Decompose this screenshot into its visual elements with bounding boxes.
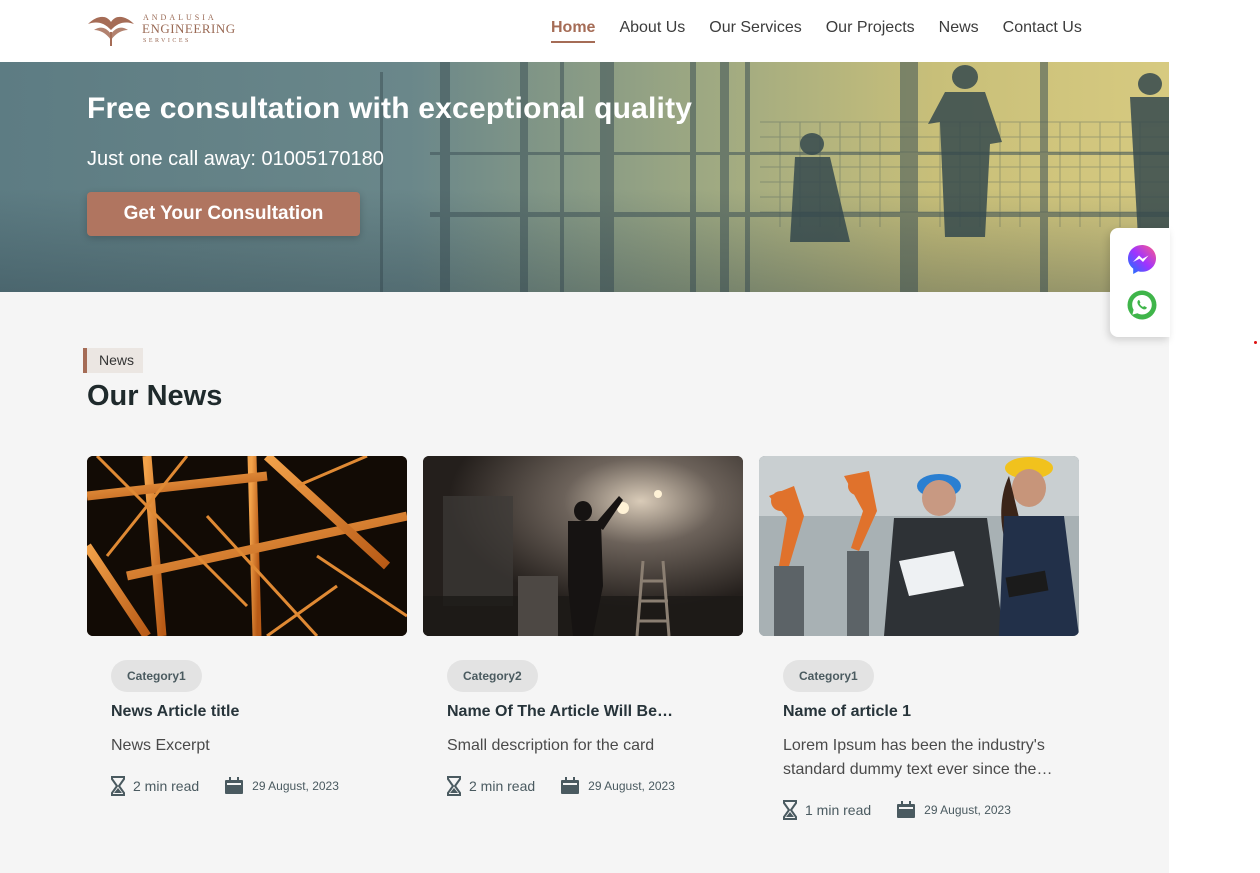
publish-date: 29 August, 2023: [252, 779, 339, 793]
nav-contact-us[interactable]: Contact Us: [1003, 18, 1082, 44]
nav-home[interactable]: Home: [551, 18, 596, 44]
calendar-icon: [225, 777, 244, 794]
nav-news[interactable]: News: [939, 18, 979, 44]
category-badge[interactable]: Category2: [447, 660, 538, 692]
stray-dot: [1254, 341, 1257, 344]
category-badge[interactable]: Category1: [783, 660, 874, 692]
publish-date: 29 August, 2023: [924, 803, 1011, 817]
news-excerpt: Lorem Ipsum has been the industry's stan…: [783, 737, 1053, 778]
site-header: ANDALUSIA ENGINEERING SERVICES Home Abou…: [0, 0, 1169, 62]
news-card[interactable]: Category2 Name Of The Article Will Be… S…: [423, 456, 743, 796]
read-time: 1 min read: [805, 802, 872, 818]
news-title[interactable]: News Article title: [111, 703, 401, 721]
hero-title: Free consultation with exceptional quali…: [87, 92, 693, 125]
read-time: 2 min read: [133, 778, 200, 794]
hourglass-icon: [783, 800, 797, 820]
publish-date: 29 August, 2023: [588, 779, 675, 793]
calendar-icon: [897, 801, 916, 818]
logo-mark-icon: [88, 16, 134, 46]
hourglass-icon: [111, 776, 125, 796]
read-time: 2 min read: [469, 778, 536, 794]
news-card-image[interactable]: [87, 456, 407, 636]
news-title[interactable]: Name of article 1: [783, 703, 1073, 721]
news-excerpt: News Excerpt: [111, 737, 210, 754]
news-excerpt: Small description for the card: [447, 737, 655, 754]
worker-renovation-image: [423, 456, 743, 636]
get-consultation-button[interactable]: Get Your Consultation: [87, 192, 360, 236]
hero-phone-text: Just one call away: 01005170180: [87, 148, 384, 170]
social-contact-widget: [1110, 228, 1170, 337]
nav-about-us[interactable]: About Us: [619, 18, 685, 44]
logo-text-main: ENGINEERING: [142, 21, 236, 36]
news-title[interactable]: Name Of The Article Will Be…: [447, 703, 737, 721]
news-meta: 2 min read 29 August, 2023: [111, 776, 339, 796]
calendar-icon: [561, 777, 580, 794]
logo[interactable]: ANDALUSIA ENGINEERING SERVICES: [86, 10, 236, 50]
main-nav: Home About Us Our Services Our Projects …: [551, 18, 1106, 48]
category-badge[interactable]: Category1: [111, 660, 202, 692]
whatsapp-icon[interactable]: [1126, 289, 1158, 321]
news-meta: 1 min read 29 August, 2023: [783, 800, 1011, 820]
nav-our-services[interactable]: Our Services: [709, 18, 801, 44]
steel-structure-image: [87, 456, 407, 636]
page: ANDALUSIA ENGINEERING SERVICES Home Abou…: [0, 0, 1169, 873]
messenger-icon[interactable]: [1126, 243, 1158, 275]
hourglass-icon: [447, 776, 461, 796]
news-meta: 2 min read 29 August, 2023: [447, 776, 675, 796]
news-card[interactable]: Category1 News Article title News Excerp…: [87, 456, 407, 796]
news-card[interactable]: Category1 Name of article 1 Lorem Ipsum …: [759, 456, 1079, 820]
section-title: Our News: [87, 380, 223, 412]
logo-text-bottom: SERVICES: [143, 38, 191, 44]
nav-our-projects[interactable]: Our Projects: [826, 18, 915, 44]
news-card-image[interactable]: [423, 456, 743, 636]
section-tag: News: [83, 348, 144, 373]
engineers-factory-image: [759, 456, 1079, 636]
hero-banner: Free consultation with exceptional quali…: [0, 62, 1169, 292]
news-card-image[interactable]: [759, 456, 1079, 636]
